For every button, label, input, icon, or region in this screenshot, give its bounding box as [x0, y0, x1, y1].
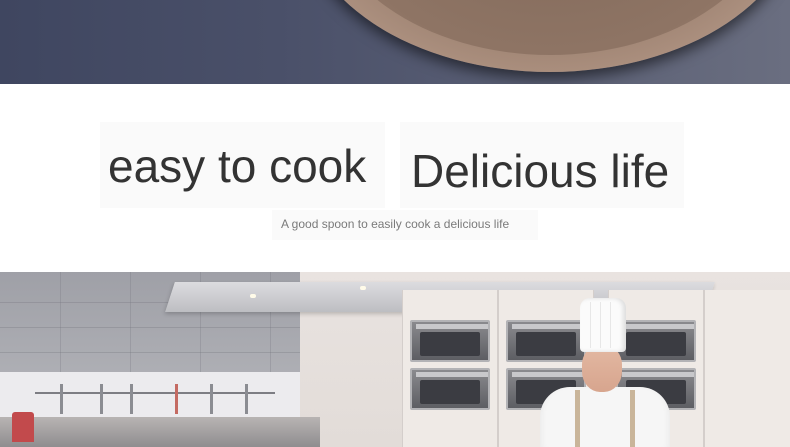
utensil — [130, 384, 133, 414]
utensil — [60, 384, 63, 414]
ceiling-light — [360, 286, 366, 290]
tile-line — [0, 352, 300, 353]
top-banner-image — [0, 0, 790, 84]
chef-hat — [580, 298, 626, 352]
kitchen-backsplash — [0, 372, 300, 417]
oven-panel — [622, 372, 694, 377]
kitchen-counter — [0, 417, 320, 447]
hat-pleat — [600, 302, 601, 348]
oven-panel — [512, 324, 584, 329]
oven-window — [420, 380, 480, 404]
oven-panel — [622, 324, 694, 329]
oven-window — [516, 332, 576, 356]
apron-strap — [630, 390, 635, 447]
utensil — [100, 384, 103, 414]
ceiling-light — [250, 294, 256, 298]
chef-jacket — [540, 387, 670, 447]
tile-line — [60, 272, 61, 382]
apron-strap — [575, 390, 580, 447]
oven-panel — [416, 324, 488, 329]
hat-pleat — [590, 302, 591, 348]
utensil-rail — [35, 392, 275, 394]
subtitle-text: A good spoon to easily cook a delicious … — [281, 217, 510, 231]
tile-line — [130, 272, 131, 382]
red-appliance — [12, 412, 34, 442]
wall-oven — [410, 368, 490, 410]
headline-easy-to-cook: easy to cook — [108, 140, 367, 192]
utensil — [210, 384, 213, 414]
tile-line — [0, 327, 300, 328]
wall-oven — [616, 320, 696, 362]
oven-column — [704, 290, 790, 447]
slogan-section: easy to cook Delicious life A good spoon… — [0, 84, 790, 272]
oven-panel — [416, 372, 488, 377]
hat-pleat — [610, 302, 611, 348]
headline-delicious-life: Delicious life — [411, 145, 670, 197]
utensil — [175, 384, 178, 414]
oven-panel — [512, 372, 584, 377]
kitchen-chef-photo — [0, 272, 790, 447]
wall-oven — [506, 320, 586, 362]
chef-face — [582, 346, 622, 392]
utensil — [245, 384, 248, 414]
wall-oven — [410, 320, 490, 362]
oven-window — [626, 332, 686, 356]
oven-window — [420, 332, 480, 356]
